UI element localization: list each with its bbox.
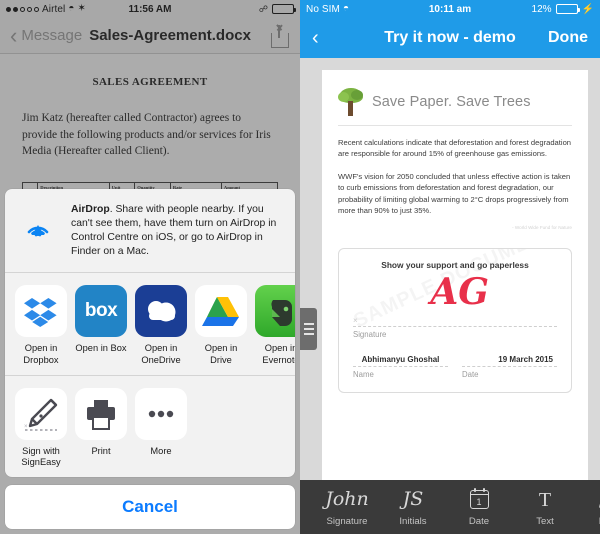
document-header-title: Save Paper. Save Trees: [372, 94, 531, 110]
document-page[interactable]: Save Paper. Save Trees Recent calculatio…: [322, 70, 588, 480]
action-print[interactable]: Print: [75, 387, 127, 468]
signature-script-icon: John: [325, 488, 369, 510]
name-value: Abhimanyu Ghoshal: [361, 355, 440, 365]
text-t-icon: T: [538, 488, 552, 511]
share-target-dropbox[interactable]: Open in Dropbox: [15, 285, 67, 365]
share-target-label: Open in Drive: [204, 343, 238, 365]
dropbox-icon: [15, 285, 67, 338]
action-more[interactable]: More: [135, 387, 187, 468]
dual-screenshot-container: Airtel ◓ ✶ 11:56 AM ☍ ‹ Message Sales-Ag…: [0, 0, 600, 534]
cancel-button-label: Cancel: [122, 497, 178, 516]
name-line: [353, 366, 448, 368]
share-target-label: Open in OneDrive: [141, 343, 181, 365]
tool-signature[interactable]: John Signature: [314, 488, 380, 527]
share-target-label: Open in Box: [75, 343, 127, 354]
action-label: Print: [91, 445, 111, 456]
share-target-box[interactable]: box Open in Box: [75, 285, 127, 365]
right-navigation-bar: ‹ Try it now - demo Done: [300, 18, 600, 58]
date-value: 19 March 2015: [498, 355, 553, 365]
share-target-label: Open in Dropbox: [23, 343, 59, 365]
evernote-icon: [255, 285, 295, 338]
left-phone-screen: Airtel ◓ ✶ 11:56 AM ☍ ‹ Message Sales-Ag…: [0, 0, 300, 534]
signature-card-heading: Show your support and go paperless: [381, 260, 529, 271]
annotation-toolbar: John Signature JS Initials 1 Date T Text: [300, 480, 600, 534]
name-field[interactable]: Abhimanyu Ghoshal Name: [353, 355, 448, 379]
hamburger-menu-icon[interactable]: [300, 308, 317, 350]
google-drive-icon: [195, 285, 247, 338]
action-sign-with-signeasy[interactable]: × Sign with SignEasy: [15, 387, 67, 468]
tool-freestyle[interactable]: Frees: [578, 488, 600, 527]
signature-card[interactable]: SAMPLE DOCUMENT Show your support and go…: [338, 248, 572, 394]
tree-icon: [338, 88, 364, 116]
name-label: Name: [353, 370, 374, 380]
share-target-label: Open in Evernote: [262, 343, 295, 365]
document-paragraph-2: WWF's vision for 2050 concluded that unl…: [338, 171, 571, 215]
share-target-drive[interactable]: Open in Drive: [195, 285, 247, 365]
document-paragraph-1: Recent calculations indicate that defore…: [338, 138, 572, 159]
share-target-evernote[interactable]: Open in Evernote: [255, 285, 295, 365]
pen-signature-icon: ×: [15, 387, 67, 440]
date-field[interactable]: 19 March 2015 Date: [462, 355, 557, 379]
airdrop-description: AirDrop. Share with people nearby. If yo…: [71, 202, 283, 258]
airdrop-icon: [17, 202, 59, 244]
tool-date[interactable]: 1 Date: [446, 487, 512, 527]
airdrop-section[interactable]: AirDrop. Share with people nearby. If yo…: [5, 189, 295, 272]
cancel-button[interactable]: Cancel: [5, 485, 295, 529]
onedrive-icon: [135, 285, 187, 338]
right-phone-screen: No SIM ◓ 10:11 am 12% ⚡ ‹ Try it now - d…: [300, 0, 600, 534]
signature-label: Signature: [353, 330, 387, 340]
document-stage[interactable]: Save Paper. Save Trees Recent calculatio…: [300, 58, 600, 480]
box-icon: box: [75, 285, 127, 338]
signature-field[interactable]: AG: [353, 270, 557, 326]
date-line: [462, 366, 557, 368]
date-label: Date: [462, 370, 479, 380]
airdrop-title: AirDrop: [71, 204, 110, 216]
tool-label: Signature: [326, 515, 368, 527]
signature-line: ×: [353, 316, 557, 328]
share-sheet: AirDrop. Share with people nearby. If yo…: [5, 189, 295, 529]
share-options-card: AirDrop. Share with people nearby. If yo…: [5, 189, 295, 477]
action-row: × Sign with SignEasy Print More: [5, 376, 295, 477]
name-date-row: Abhimanyu Ghoshal Name 19 March 2015 Dat…: [353, 355, 557, 379]
printer-icon: [75, 387, 127, 440]
document-credit: - World Wide Fund for Nature: [512, 225, 572, 231]
initials-script-icon: JS: [402, 488, 424, 510]
action-label: Sign with SignEasy: [21, 445, 61, 467]
battery-icon: [555, 4, 580, 14]
done-button[interactable]: Done: [548, 29, 588, 47]
document-header: Save Paper. Save Trees: [338, 88, 572, 126]
right-status-bar: No SIM ◓ 10:11 am 12% ⚡: [300, 0, 600, 18]
action-label: More: [150, 445, 172, 456]
share-target-onedrive[interactable]: Open in OneDrive: [135, 285, 187, 365]
calendar-icon: 1: [469, 487, 489, 512]
tool-initials[interactable]: JS Initials: [380, 488, 446, 527]
tool-text[interactable]: T Text: [512, 488, 578, 527]
svg-text:×: ×: [24, 424, 28, 430]
tool-label: Initials: [399, 515, 427, 527]
app-share-row: Open in Dropbox box Open in Box Open in …: [5, 273, 295, 374]
tool-label: Text: [536, 515, 554, 527]
ellipsis-icon: [135, 387, 187, 440]
signature-mark: AG: [430, 271, 490, 314]
x-mark-icon: ×: [353, 316, 358, 326]
calendar-day-number: 1: [476, 497, 482, 507]
tool-label: Date: [468, 515, 490, 527]
